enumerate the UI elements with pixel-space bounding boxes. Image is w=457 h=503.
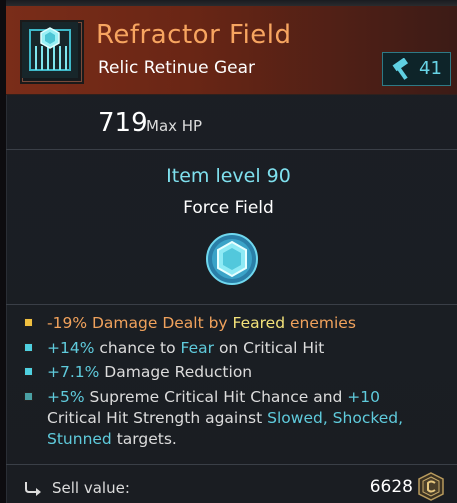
sell-row: Sell value: 6628	[0, 472, 457, 503]
repair-count-badge: 41	[382, 52, 451, 86]
hp-value: 719	[98, 108, 148, 138]
modifier-line: -19% Damage Dealt by Feared enemies	[24, 313, 424, 334]
modifier-fragment: +7.1%	[47, 363, 100, 381]
modifier-fragment: Critical Hit Strength against	[47, 409, 268, 427]
modifier-fragment: on Critical Hit	[214, 339, 325, 357]
sell-label: Sell value:	[52, 479, 130, 497]
item-name: Refractor Field	[96, 20, 292, 50]
item-header: Refractor Field Relic Retinue Gear 41	[6, 6, 457, 95]
repair-count: 41	[419, 58, 442, 79]
bullet-icon	[24, 343, 33, 352]
modifier-fragment: +5%	[47, 388, 85, 406]
modifier-text: -19% Damage Dealt by Feared enemies	[24, 313, 424, 334]
modifier-fragment: +10	[347, 388, 381, 406]
divider	[6, 304, 457, 305]
modifier-fragment: Feared	[232, 314, 286, 332]
modifier-text: +7.1% Damage Reduction	[24, 362, 424, 383]
hammer-icon	[392, 58, 409, 80]
modifier-text: +5% Supreme Critical Hit Chance and +10 …	[24, 387, 434, 450]
modifier-line: +14% chance to Fear on Critical Hit	[24, 338, 424, 359]
modifier-fragment: enemies	[285, 314, 356, 332]
item-type: Force Field	[183, 198, 274, 218]
modifier-fragment: -19%	[47, 314, 92, 332]
modifier-fragment: Damage Reduction	[99, 363, 253, 381]
modifier-fragment: +14%	[47, 339, 95, 357]
divider	[6, 149, 457, 150]
modifier-line: +5% Supreme Critical Hit Chance and +10 …	[24, 387, 434, 450]
bullet-icon	[24, 318, 33, 327]
modifier-text: +14% chance to Fear on Critical Hit	[24, 338, 424, 359]
modifier-fragment: Supreme Critical Hit Chance and	[84, 388, 348, 406]
modifier-fragment: Damage Dealt by	[91, 314, 233, 332]
item-subtitle: Relic Retinue Gear	[98, 58, 256, 78]
item-icon-frame	[20, 20, 84, 84]
modifier-fragment: chance to	[94, 339, 181, 357]
hp-label: Max HP	[146, 117, 203, 135]
divider	[6, 464, 457, 465]
currency-coin-icon	[418, 472, 444, 501]
modifier-fragment: targets.	[111, 430, 177, 448]
modifier-line: +7.1% Damage Reduction	[24, 362, 424, 383]
gem-icon	[206, 233, 258, 285]
force-field-icon	[22, 22, 78, 78]
sell-arrow-icon	[25, 482, 41, 496]
bullet-icon	[24, 367, 33, 376]
bullet-icon	[24, 392, 33, 401]
item-level: Item level 90	[166, 165, 291, 187]
sell-value: 6628	[369, 477, 413, 497]
modifier-fragment: Fear	[180, 339, 215, 357]
